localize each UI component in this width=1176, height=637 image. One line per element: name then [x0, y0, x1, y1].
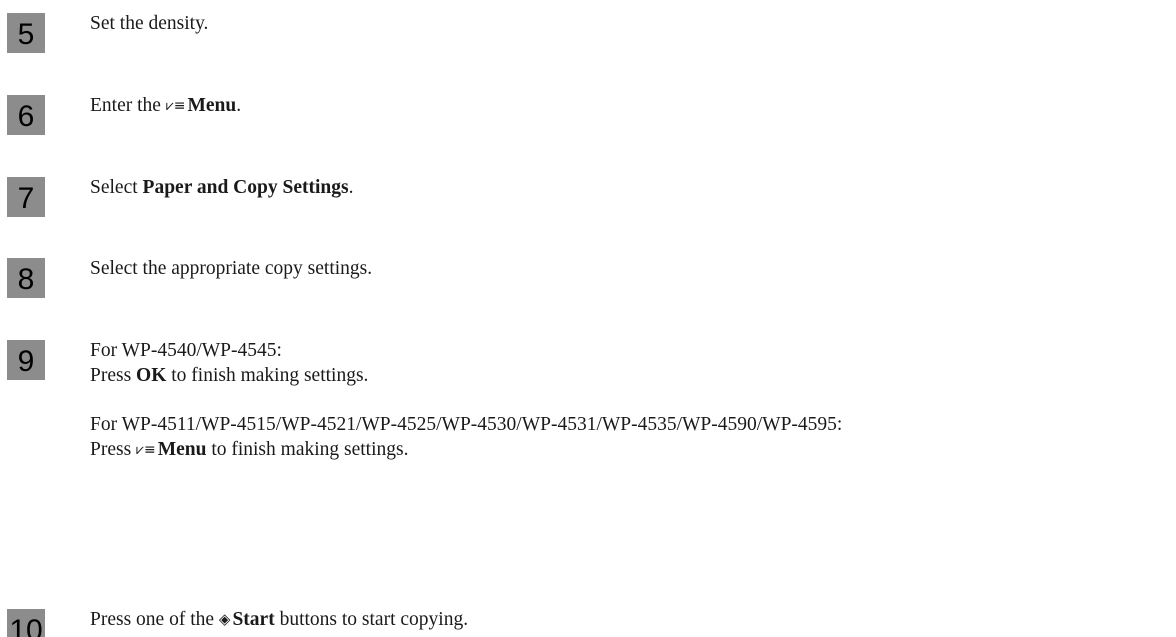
start-label: Start [232, 609, 275, 630]
step-instruction: Press OK to finish making settings. [90, 365, 369, 386]
step-number: 5 [7, 13, 45, 53]
menu-label: Menu [157, 439, 207, 460]
step-text: Select the appropriate copy settings. [90, 256, 372, 281]
step-number: 10 [7, 609, 45, 637]
step-number: 6 [7, 95, 45, 135]
step-instruction: Press one of the ◈ Start buttons to start… [90, 609, 469, 630]
step-instruction: Select the appropriate copy settings. [90, 258, 373, 279]
step-number: 7 [7, 177, 45, 217]
step-number: 8 [7, 258, 45, 298]
step-text: Select Paper and Copy Settings. [90, 175, 353, 200]
step-number: 9 [7, 340, 45, 380]
step-text: Press one of the ◈ Start buttons to start… [90, 607, 468, 632]
step-model-line: For WP-4540/WP-4545: [90, 340, 282, 361]
step-instruction: Press ⩗≡ Menu to finish making settings. [90, 437, 842, 463]
ok-label: OK [136, 365, 167, 386]
step-instruction: Set the density. [90, 13, 209, 34]
step-text: Enter the ⩗≡ Menu. [90, 93, 241, 119]
step-instruction: Select Paper and Copy Settings. [90, 177, 354, 198]
step-instruction: Enter the ⩗≡ Menu. [90, 93, 241, 119]
menu-icon: ⩗≡ [136, 442, 156, 458]
paper-copy-settings-label: Paper and Copy Settings [142, 177, 349, 198]
menu-label: Menu [187, 95, 237, 116]
menu-icon: ⩗≡ [165, 98, 186, 114]
step-model-line: For WP-4511/WP-4515/WP-4521/WP-4525/WP-4… [90, 414, 843, 435]
start-icon: ◈ [218, 610, 231, 628]
step-text: For WP-4540/WP-4545: Press OK to finish … [90, 338, 842, 463]
step-text: Set the density. [90, 11, 208, 36]
